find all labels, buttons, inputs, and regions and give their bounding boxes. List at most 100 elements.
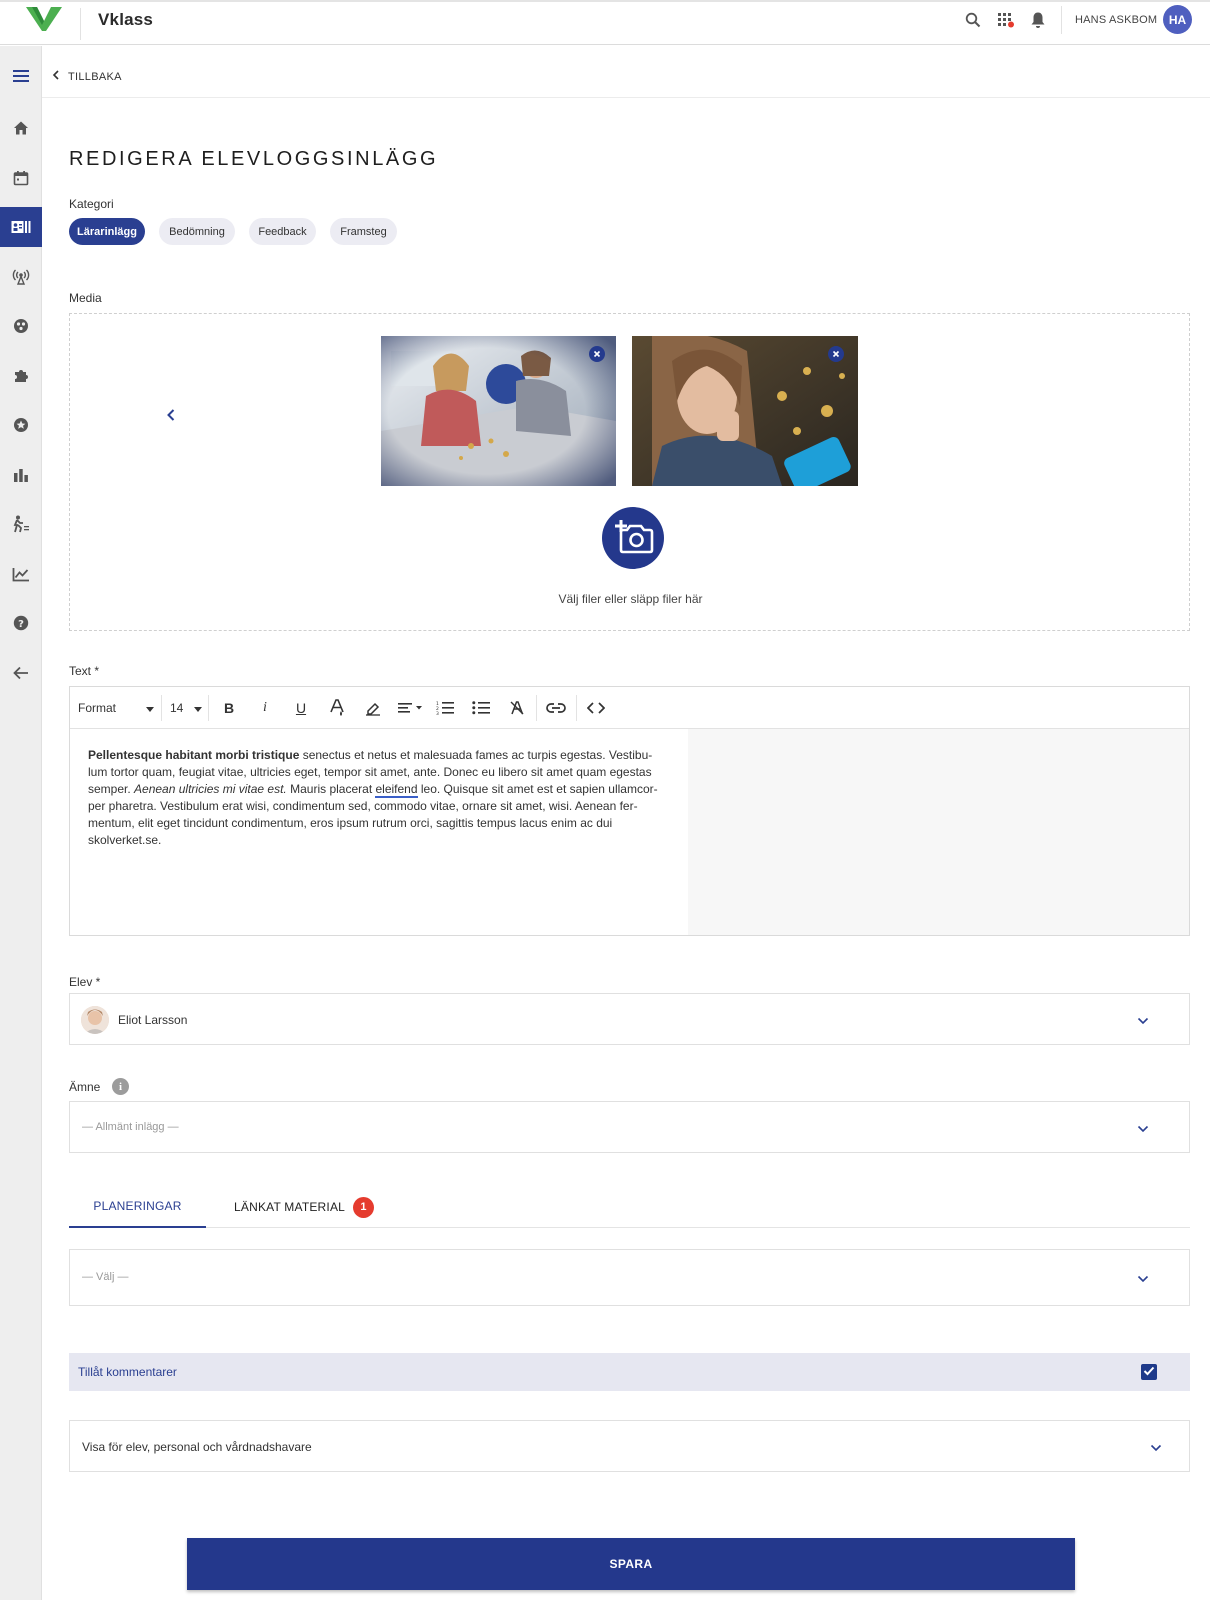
add-photo-button[interactable]	[602, 507, 664, 569]
student-name: Eliot Larsson	[118, 1013, 188, 1027]
bold-icon[interactable]: B	[218, 697, 240, 719]
sidebar: ?	[0, 46, 42, 1600]
planning-placeholder: — Välj —	[82, 1271, 129, 1283]
apps-grid-icon[interactable]	[995, 9, 1017, 31]
font-size-dropdown[interactable]: 14	[170, 697, 202, 719]
allow-comments-row[interactable]: Tillåt kommentarer	[69, 1353, 1190, 1391]
text-color-icon[interactable]	[326, 697, 348, 719]
help-icon[interactable]: ?	[0, 603, 42, 643]
count-badge: 1	[353, 1196, 375, 1218]
editor-text: Mauris placerat	[286, 782, 376, 796]
align-dropdown-icon[interactable]	[396, 697, 426, 719]
editor-content[interactable]: Pellentesque habitant morbi tristique se…	[70, 729, 688, 935]
menu-icon[interactable]	[0, 56, 42, 96]
format-dropdown[interactable]: Format	[78, 697, 154, 719]
chevron-down-icon	[1136, 1272, 1150, 1286]
elev-label: Elev *	[69, 975, 101, 989]
toolbar-divider	[208, 695, 209, 721]
chevron-down-icon	[1136, 1014, 1150, 1028]
chip-framsteg[interactable]: Framsteg	[330, 218, 397, 245]
font-size-label: 14	[170, 701, 184, 715]
link-icon[interactable]	[544, 697, 568, 719]
toolbar-divider	[161, 695, 162, 721]
ordered-list-icon[interactable]: 123	[434, 697, 456, 719]
italic-icon[interactable]: i	[254, 697, 276, 719]
editor-toolbar: Format 14 B i U 123	[70, 687, 1189, 729]
bell-icon[interactable]	[1027, 9, 1049, 31]
editor-side-area	[688, 729, 1189, 935]
clear-format-icon[interactable]	[506, 697, 528, 719]
allow-comments-checkbox[interactable]	[1141, 1364, 1157, 1380]
activity-list-icon[interactable]	[0, 504, 42, 544]
chip-bedomning[interactable]: Bedömning	[159, 218, 235, 245]
tab-label: PLANERINGAR	[93, 1199, 182, 1213]
bar-chart-icon[interactable]	[0, 455, 42, 495]
chip-lararinlagg[interactable]: Lärarinlägg	[69, 218, 145, 245]
media-thumbnail[interactable]	[632, 336, 858, 486]
collapse-arrow-icon[interactable]	[0, 653, 42, 693]
media-dropzone[interactable]: Välj filer eller släpp filer här	[69, 313, 1190, 631]
user-avatar[interactable]: HA	[1163, 5, 1192, 34]
star-badge-icon[interactable]	[0, 405, 42, 445]
search-icon[interactable]	[962, 9, 984, 31]
page-title: REDIGERA ELEVLOGGSINLÄGG	[69, 148, 439, 170]
info-icon[interactable]: i	[112, 1078, 129, 1095]
logo-divider	[80, 8, 81, 40]
subject-select[interactable]: — Allmänt inlägg —	[69, 1101, 1190, 1153]
trend-chart-icon[interactable]	[0, 554, 42, 594]
caret-down-icon	[146, 701, 154, 715]
svg-text:3: 3	[436, 711, 439, 715]
tab-bar: PLANERINGAR LÄNKAT MATERIAL 1	[69, 1186, 1190, 1228]
code-view-icon[interactable]	[584, 697, 608, 719]
top-bar: Vklass HANS ASKBOM HA	[0, 0, 1210, 45]
checkmark-icon	[1143, 1363, 1155, 1381]
allow-comments-label: Tillåt kommentarer	[78, 1365, 177, 1379]
back-link[interactable]: TILLBAKA	[52, 70, 122, 83]
bullet-list-icon[interactable]	[470, 697, 492, 719]
back-bar: TILLBAKA	[42, 46, 1210, 98]
planning-select[interactable]: — Välj —	[69, 1249, 1190, 1306]
calendar-icon[interactable]	[0, 158, 42, 198]
kategori-label: Kategori	[69, 197, 114, 211]
visibility-select[interactable]: Visa för elev, personal och vårdnadshava…	[69, 1420, 1190, 1472]
tab-lankat-material[interactable]: LÄNKAT MATERIAL 1	[234, 1186, 375, 1228]
editor-bold-text: Pellentesque habitant morbi tristique	[88, 748, 300, 762]
tab-planeringar[interactable]: PLANERINGAR	[69, 1186, 206, 1228]
tab-label: LÄNKAT MATERIAL	[234, 1200, 346, 1214]
underline-icon[interactable]: U	[290, 697, 312, 719]
editor-link-text[interactable]: eleifend	[375, 782, 418, 798]
caret-down-icon	[194, 701, 202, 715]
user-name[interactable]: HANS ASKBOM	[1075, 14, 1157, 26]
student-select[interactable]: Eliot Larsson	[69, 993, 1190, 1045]
media-label: Media	[69, 291, 102, 305]
home-icon[interactable]	[0, 108, 42, 148]
svg-text:?: ?	[18, 619, 24, 630]
student-log-icon[interactable]	[0, 207, 42, 247]
chevron-down-icon	[1149, 1441, 1163, 1455]
save-button[interactable]: SPARA	[187, 1538, 1075, 1590]
broadcast-icon[interactable]	[0, 257, 42, 297]
add-camera-icon	[611, 518, 655, 559]
student-avatar	[81, 1006, 109, 1034]
visibility-value: Visa för elev, personal och vårdnadshava…	[82, 1440, 312, 1454]
editor-italic-text: Aenean ultricies mi vitae est.	[134, 782, 287, 796]
remove-media-icon[interactable]	[828, 346, 844, 362]
chip-feedback[interactable]: Feedback	[249, 218, 316, 245]
chevron-down-icon	[1136, 1122, 1150, 1136]
remove-media-icon[interactable]	[589, 346, 605, 362]
toolbar-divider	[576, 695, 577, 721]
dropzone-text: Välj filer eller släpp filer här	[558, 592, 703, 606]
text-label: Text *	[69, 664, 100, 678]
toolbar-divider	[536, 695, 537, 721]
rich-text-editor: Format 14 B i U 123 Pellentesque habitan…	[69, 686, 1190, 936]
app-name: Vklass	[98, 10, 154, 29]
highlight-icon[interactable]	[362, 697, 384, 719]
puzzle-icon[interactable]	[0, 356, 42, 396]
groups-icon[interactable]	[0, 306, 42, 346]
media-thumbnail[interactable]	[381, 336, 616, 486]
user-divider	[1061, 6, 1062, 34]
carousel-prev-icon[interactable]	[160, 404, 182, 426]
format-label: Format	[78, 701, 117, 715]
vklass-logo[interactable]	[24, 5, 64, 38]
subject-placeholder: — Allmänt inlägg —	[82, 1121, 179, 1133]
